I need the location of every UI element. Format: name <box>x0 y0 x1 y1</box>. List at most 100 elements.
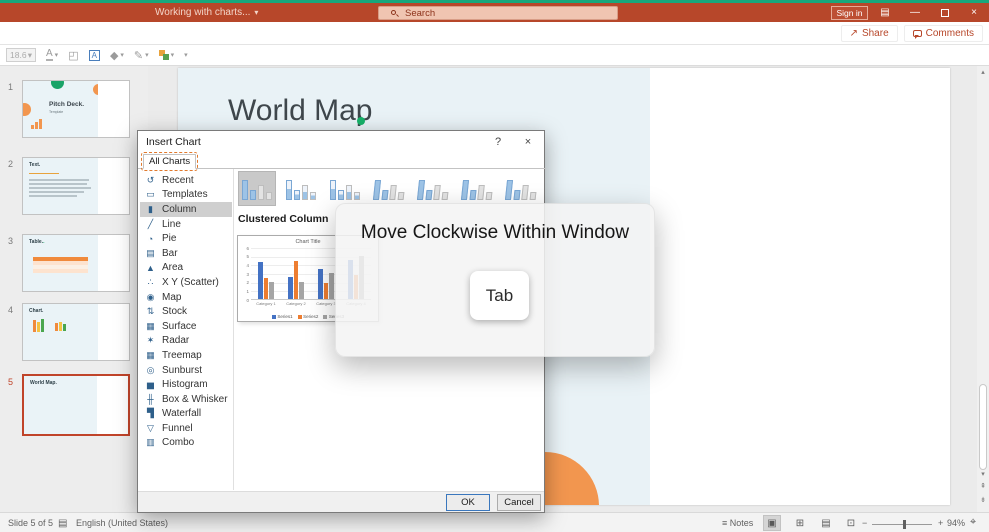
mini-bar-icon <box>250 190 256 200</box>
normal-view-button[interactable]: ▣ <box>763 515 781 531</box>
chart-type-item[interactable]: ▅ Histogram <box>140 377 232 392</box>
zoom-slider-track[interactable] <box>872 524 932 525</box>
scrollbar-thumb[interactable] <box>979 384 987 470</box>
mini-bar-icon <box>477 185 485 200</box>
search-input[interactable]: Search <box>378 6 618 20</box>
chart-type-item[interactable]: ∴ X Y (Scatter) <box>140 275 232 290</box>
legend-item: Series2 <box>297 314 318 319</box>
chart-type-icon: ╫ <box>147 394 154 405</box>
decor-table-row <box>33 269 88 273</box>
next-slide-icon[interactable]: ⇟ <box>977 496 989 504</box>
mini-bar-icon <box>346 185 352 200</box>
ribbon-options-icon[interactable]: ▤ <box>872 3 898 22</box>
dialog-help-button[interactable]: ? <box>484 131 512 153</box>
language-indicator[interactable]: English (United States) <box>76 518 168 528</box>
slide-thumbnail-5[interactable]: World Map. <box>22 374 130 436</box>
arrange-button[interactable]: ▾ <box>158 50 174 60</box>
reading-view-button[interactable]: ▤ <box>817 515 835 531</box>
mini-bar-icon <box>529 192 537 200</box>
cancel-button[interactable]: Cancel <box>497 494 541 511</box>
chart-type-item[interactable]: ⇅ Stock <box>140 304 232 319</box>
thumb-title: Chart. <box>29 308 44 314</box>
text-box-button[interactable]: A <box>88 49 100 61</box>
font-color-button[interactable]: A ▾ <box>46 49 58 61</box>
close-button[interactable]: × <box>961 3 987 22</box>
zoom-level[interactable]: 94% <box>947 518 965 528</box>
slideshow-button[interactable]: ⊡ <box>842 515 860 531</box>
chart-type-icon: ↺ <box>146 174 155 185</box>
zoom-slider-thumb[interactable] <box>903 520 906 529</box>
previous-slide-icon[interactable]: ⇞ <box>977 482 989 490</box>
chart-type-item[interactable]: ▜ Waterfall <box>140 407 232 422</box>
mini-bar-icon <box>513 190 521 200</box>
slide-sorter-button[interactable]: ⊞ <box>791 515 809 531</box>
chart-type-item[interactable]: ▽ Funnel <box>140 421 232 436</box>
fit-to-window-icon[interactable]: ⌖ <box>970 516 976 529</box>
chart-type-item[interactable]: ↺ Recent <box>140 173 232 188</box>
chart-subtype-button[interactable] <box>458 171 496 206</box>
slide-thumbnail-1[interactable]: Pitch Deck. Template <box>22 80 130 138</box>
chart-subtype-button[interactable] <box>238 171 276 206</box>
minimize-button[interactable]: — <box>902 3 928 22</box>
notes-button[interactable]: ≡ Notes <box>722 518 753 528</box>
shape-outline-button[interactable]: ◰ <box>68 49 78 62</box>
share-button[interactable]: ↗ Share <box>840 25 898 42</box>
slide-thumbnail-3[interactable]: Table.. <box>22 234 130 292</box>
zoom-in-button[interactable]: + <box>938 518 943 528</box>
legend-item: Series1 <box>271 314 293 319</box>
decor-chart-icon <box>33 319 44 332</box>
chevron-down-icon: ▾ <box>145 52 149 59</box>
chart-type-item[interactable]: ▦ Treemap <box>140 348 232 363</box>
chevron-down-icon: ▾ <box>54 52 59 59</box>
chart-type-list: ↺ Recent ▭ Templates ▮ Column ╱ Line ◔ P… <box>140 173 232 450</box>
format-painter-button[interactable]: ✎ ▾ <box>134 49 149 62</box>
dialog-close-button[interactable]: × <box>514 131 542 153</box>
mini-bar-icon <box>416 180 426 200</box>
chart-type-item[interactable]: ▮ Column <box>140 202 232 217</box>
shape-fill-button[interactable]: ◆ ▾ <box>110 49 124 62</box>
vertical-scrollbar[interactable]: ▴ ▾ ⇞ ⇟ <box>977 66 989 512</box>
restore-button[interactable] <box>932 3 958 22</box>
chart-type-label: Map <box>162 291 182 303</box>
shape-fill-icon: ◆ <box>109 49 119 62</box>
ok-button[interactable]: OK <box>446 494 490 511</box>
document-title[interactable]: Working with charts... ▾ <box>155 7 258 18</box>
slide-title[interactable]: World Map <box>228 94 373 128</box>
proofing-icon[interactable]: ▤ <box>58 518 67 529</box>
decor-line <box>29 195 77 197</box>
divider <box>138 168 546 169</box>
selected-subtype-label: Clustered Column <box>238 213 329 225</box>
chart-type-item[interactable]: ▲ Area <box>140 261 232 276</box>
chart-subtype-button[interactable] <box>370 171 408 206</box>
font-size-box[interactable]: 18.6 ▾ <box>6 48 36 62</box>
chart-type-item[interactable]: ◔ Pie <box>140 231 232 246</box>
chart-type-item[interactable]: ╱ Line <box>140 217 232 232</box>
chart-subtype-button[interactable] <box>502 171 540 206</box>
chart-type-item[interactable]: ╫ Box & Whisker <box>140 392 232 407</box>
chart-subtype-button[interactable] <box>282 171 320 206</box>
slide-thumbnail-4[interactable]: Chart. <box>22 303 130 361</box>
chart-subtype-button[interactable] <box>414 171 452 206</box>
decor-green-dot <box>357 117 365 125</box>
slide-thumbnail-2[interactable]: Text. <box>22 157 130 215</box>
tab-all-charts[interactable]: All Charts <box>140 152 199 171</box>
zoom-out-button[interactable]: − <box>862 518 867 528</box>
scroll-down-icon[interactable]: ▾ <box>977 470 989 478</box>
slide-number: 4 <box>8 305 14 315</box>
chevron-down-icon: ▾ <box>27 49 32 60</box>
chart-type-item[interactable]: ✶ Radar <box>140 334 232 349</box>
comments-button[interactable]: Comments <box>903 25 983 42</box>
chart-type-item[interactable]: ◎ Sunburst <box>140 363 232 378</box>
chart-type-item[interactable]: ◉ Map <box>140 290 232 305</box>
chart-type-item[interactable]: ▦ Surface <box>140 319 232 334</box>
scroll-up-icon[interactable]: ▴ <box>977 68 989 76</box>
sign-in-button[interactable]: Sign in <box>831 5 868 20</box>
qat-overflow-button[interactable]: ▾ <box>184 51 188 59</box>
mini-bar-icon <box>294 190 300 200</box>
chart-type-item[interactable]: ▤ Bar <box>140 246 232 261</box>
chart-subtype-button[interactable] <box>326 171 364 206</box>
notes-icon: ≡ <box>722 518 728 528</box>
chart-type-item[interactable]: ▭ Templates <box>140 188 232 203</box>
chart-type-item[interactable]: ▥ Combo <box>140 436 232 451</box>
tab-keycap: Tab <box>470 271 529 320</box>
